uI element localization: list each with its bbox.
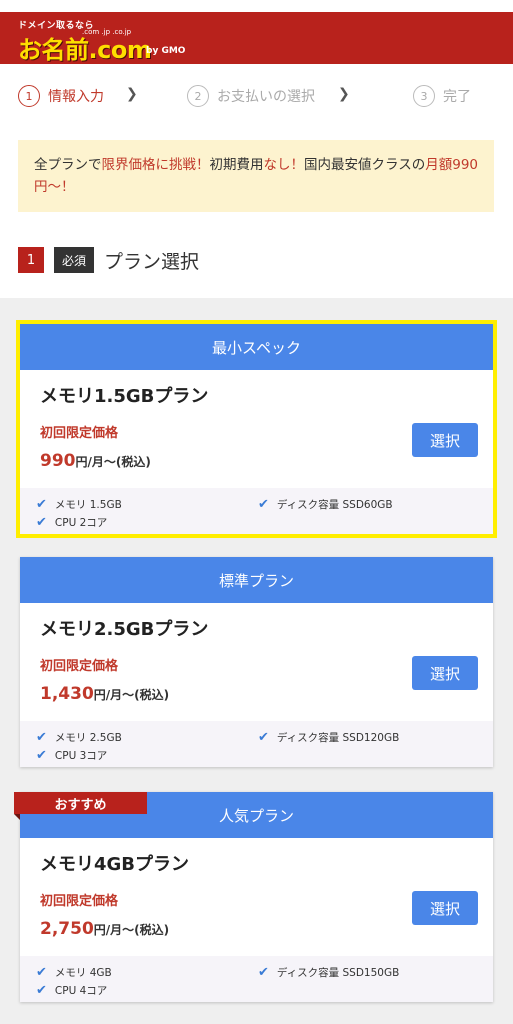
select-button[interactable]: 選択 — [412, 891, 478, 925]
spec-text: メモリ 2.5GB — [54, 732, 122, 744]
check-icon: ✔ — [258, 497, 269, 512]
price-suffix: 円/月〜(税込) — [93, 923, 170, 937]
price-suffix: 円/月〜(税込) — [75, 455, 151, 469]
spec-text: ディスク容量 SSD150GB — [276, 967, 400, 979]
check-icon: ✔ — [36, 748, 47, 763]
select-button[interactable]: 選択 — [412, 656, 478, 690]
section-number: 1 — [18, 247, 44, 273]
step-number: 2 — [187, 85, 209, 107]
check-icon: ✔ — [36, 983, 47, 998]
chevron-right-icon: ❯ — [126, 86, 138, 102]
step-info-input: 1 情報入力 — [18, 84, 104, 108]
spec-text: ディスク容量 SSD120GB — [276, 732, 400, 744]
price-suffix: 円/月〜(税込) — [93, 688, 170, 702]
plan-body: メモリ2.5GBプラン 初回限定価格 1,430円/月〜(税込) 選択 — [20, 603, 493, 721]
notice-text: 国内最安値クラスの — [304, 157, 426, 173]
spec-cpu: ✔ CPU 4コア — [36, 983, 107, 998]
ribbon-fold — [14, 814, 20, 820]
price-amount: 1,430 — [40, 684, 94, 704]
top-bar: ドメイン取るなら お名前.com .com .jp .co.jp by GMO — [0, 0, 513, 64]
check-icon: ✔ — [258, 730, 269, 745]
plan-name: メモリ1.5GBプラン — [40, 386, 209, 407]
price-amount: 2,750 — [40, 919, 94, 939]
check-icon: ✔ — [36, 965, 47, 980]
spec-text: CPU 2コア — [54, 517, 108, 529]
logo-domains: .com .jp .co.jp — [82, 28, 132, 36]
spec-text: CPU 4コア — [54, 985, 108, 997]
notice-highlight: なし！ — [263, 157, 305, 173]
price-amount: 990 — [40, 451, 76, 471]
plan-specs: ✔ メモリ 1.5GB ✔ ディスク容量 SSD60GB ✔ CPU 2コア — [20, 488, 493, 534]
section-title: プラン選択 — [104, 250, 200, 273]
plan-price: 1,430円/月〜(税込) — [40, 684, 473, 704]
plan-body: メモリ1.5GBプラン 初回限定価格 990円/月〜(税込) 選択 — [20, 370, 493, 488]
step-number: 1 — [18, 85, 40, 107]
plan-card-2.5gb[interactable]: 標準プラン メモリ2.5GBプラン 初回限定価格 1,430円/月〜(税込) 選… — [20, 557, 493, 767]
step-complete: 3 完了 — [413, 84, 471, 108]
notice-highlight: 限界価格に挑戦！ — [101, 157, 210, 173]
spec-text: ディスク容量 SSD60GB — [276, 499, 393, 511]
step-label: 情報入力 — [48, 89, 104, 105]
plan-header: 標準プラン — [20, 557, 493, 603]
spec-memory: ✔ メモリ 2.5GB — [36, 730, 122, 745]
check-icon: ✔ — [258, 965, 269, 980]
step-label: 完了 — [443, 89, 471, 105]
required-badge: 必須 — [54, 247, 95, 273]
step-number: 3 — [413, 85, 435, 107]
check-icon: ✔ — [36, 515, 47, 530]
plan-name: メモリ2.5GBプラン — [40, 619, 209, 640]
step-payment: 2 お支払いの選択 — [187, 84, 315, 108]
price-label: 初回限定価格 — [40, 659, 119, 674]
price-label: 初回限定価格 — [40, 894, 119, 909]
spec-disk: ✔ ディスク容量 SSD120GB — [258, 730, 399, 745]
plan-header: 最小スペック — [20, 324, 493, 370]
spec-disk: ✔ ディスク容量 SSD60GB — [258, 497, 393, 512]
plan-card-1.5gb[interactable]: 最小スペック メモリ1.5GBプラン 初回限定価格 990円/月〜(税込) 選択… — [16, 320, 497, 538]
spec-memory: ✔ メモリ 4GB — [36, 965, 112, 980]
spec-cpu: ✔ CPU 2コア — [36, 515, 107, 530]
notice-text: 初期費用 — [209, 157, 264, 173]
logo-company: by GMO — [146, 46, 186, 56]
check-icon: ✔ — [36, 497, 47, 512]
spec-memory: ✔ メモリ 1.5GB — [36, 497, 122, 512]
spec-disk: ✔ ディスク容量 SSD150GB — [258, 965, 399, 980]
campaign-notice: 全プランで限界価格に挑戦！初期費用なし！国内最安値クラスの月額990円〜！ — [18, 140, 494, 212]
spec-text: メモリ 4GB — [54, 967, 112, 979]
plan-specs: ✔ メモリ 2.5GB ✔ ディスク容量 SSD120GB ✔ CPU 3コア — [20, 721, 493, 767]
site-logo[interactable]: ドメイン取るなら お名前.com .com .jp .co.jp by GMO — [18, 18, 188, 64]
spec-text: CPU 3コア — [54, 750, 108, 762]
notice-text: 全プランで — [34, 157, 102, 173]
progress-steps: 1 情報入力 ❯ 2 お支払いの選択 ❯ 3 完了 — [0, 64, 513, 128]
section-heading: 1 必須 プラン選択 — [18, 244, 199, 276]
plan-name: メモリ4GBプラン — [40, 854, 190, 875]
spec-text: メモリ 1.5GB — [54, 499, 122, 511]
select-button[interactable]: 選択 — [412, 423, 478, 457]
check-icon: ✔ — [36, 730, 47, 745]
chevron-right-icon: ❯ — [338, 86, 350, 102]
plan-body: メモリ4GBプラン 初回限定価格 2,750円/月〜(税込) 選択 — [20, 838, 493, 956]
step-label: お支払いの選択 — [217, 89, 315, 105]
recommended-ribbon: おすすめ — [14, 792, 147, 814]
plan-price: 2,750円/月〜(税込) — [40, 919, 473, 939]
plan-price: 990円/月〜(税込) — [40, 451, 473, 471]
price-label: 初回限定価格 — [40, 426, 119, 441]
plan-card-4gb[interactable]: 人気プラン メモリ4GBプラン 初回限定価格 2,750円/月〜(税込) 選択 … — [20, 792, 493, 1002]
plan-specs: ✔ メモリ 4GB ✔ ディスク容量 SSD150GB ✔ CPU 4コア — [20, 956, 493, 1002]
spec-cpu: ✔ CPU 3コア — [36, 748, 107, 763]
